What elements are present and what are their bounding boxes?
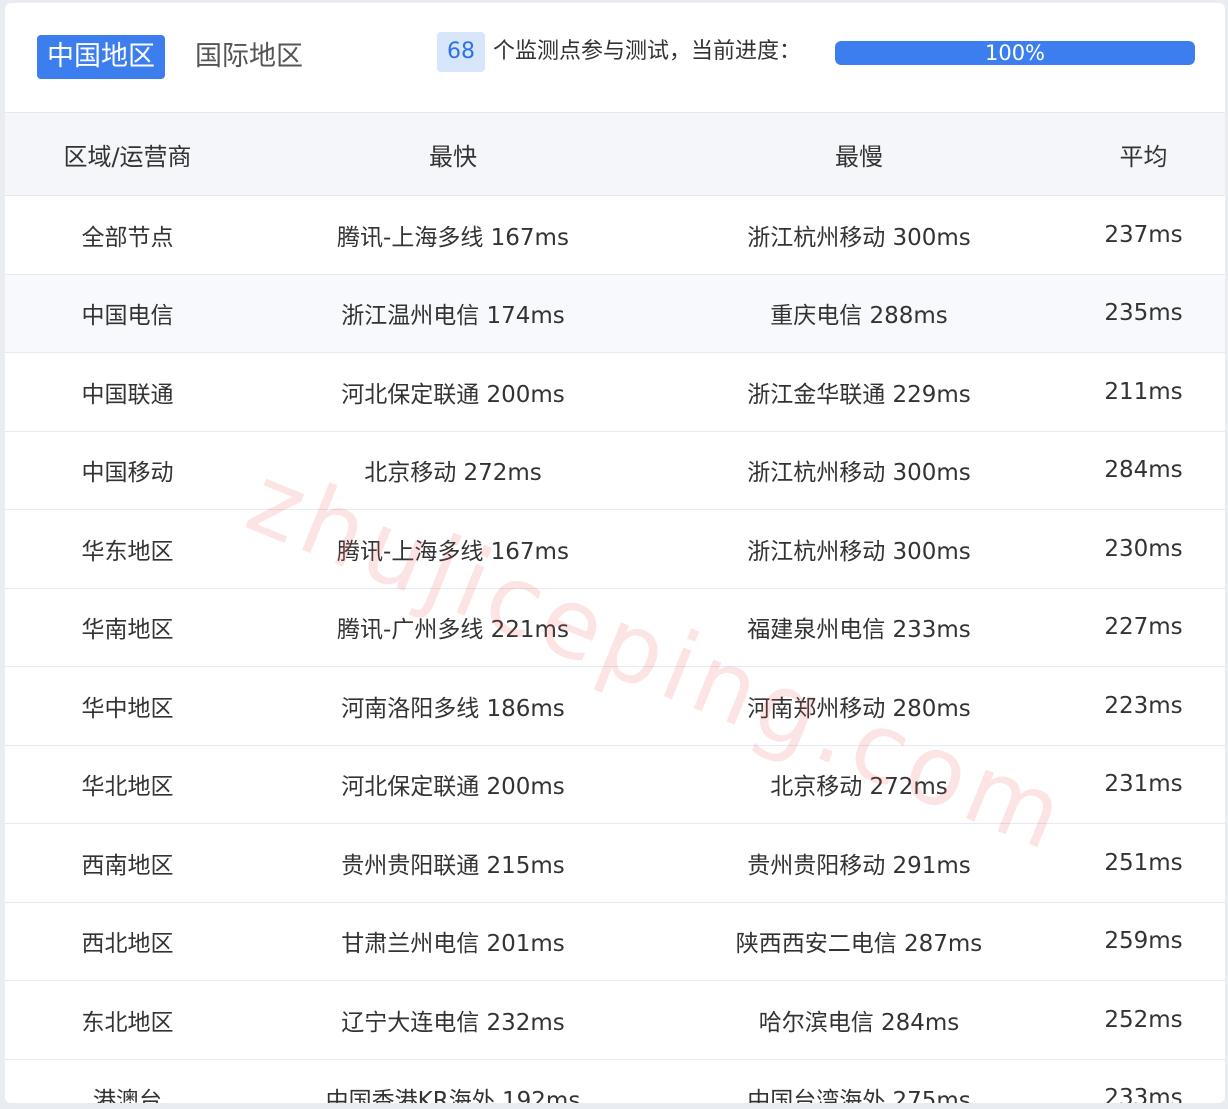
column-header-fastest: 最快 (250, 113, 656, 196)
cell-region: 全部节点 (5, 195, 250, 275)
table-header-row: 区域/运营商 最快 最慢 平均 (5, 113, 1225, 196)
cell-average: 211ms (1062, 352, 1225, 432)
cell-region: 东北地区 (5, 980, 250, 1060)
test-progress-label: 100% (984, 41, 1046, 65)
cell-region: 华东地区 (5, 509, 250, 589)
cell-slowest: 中国台湾海外 275ms (656, 1059, 1062, 1103)
cell-slowest: 贵州贵阳移动 291ms (656, 823, 1062, 903)
cell-average: 251ms (1062, 823, 1225, 903)
cell-average: 230ms (1062, 509, 1225, 589)
cell-region: 西南地区 (5, 823, 250, 903)
table-row: 港澳台 中国香港KR海外 192ms 中国台湾海外 275ms 233ms (5, 1059, 1225, 1103)
cell-fastest: 贵州贵阳联通 215ms (250, 823, 656, 903)
cell-slowest: 哈尔滨电信 284ms (656, 980, 1062, 1060)
cell-region: 华南地区 (5, 588, 250, 667)
column-header-region: 区域/运营商 (5, 113, 250, 196)
latency-table: 区域/运营商 最快 最慢 平均 全部节点 腾讯-上海多线 167ms 浙江杭州移… (5, 113, 1225, 1103)
cell-slowest: 浙江杭州移动 300ms (656, 509, 1062, 589)
cell-average: 252ms (1062, 980, 1225, 1060)
cell-slowest: 重庆电信 288ms (656, 274, 1062, 353)
table-row: 全部节点 腾讯-上海多线 167ms 浙江杭州移动 300ms 237ms (5, 195, 1225, 275)
cell-slowest: 浙江杭州移动 300ms (656, 431, 1062, 510)
table-row: 华中地区 河南洛阳多线 186ms 河南郑州移动 280ms 223ms (5, 666, 1225, 746)
cell-average: 235ms (1062, 274, 1225, 353)
cell-region: 中国电信 (5, 274, 250, 353)
cell-average: 259ms (1062, 902, 1225, 981)
cell-region: 港澳台 (5, 1059, 250, 1103)
cell-slowest: 福建泉州电信 233ms (656, 588, 1062, 667)
column-header-slowest: 最慢 (656, 113, 1062, 196)
cell-average: 231ms (1062, 745, 1225, 824)
cell-slowest: 陕西西安二电信 287ms (656, 902, 1062, 981)
tab-china-region[interactable]: 中国地区 (37, 35, 165, 79)
table-row: 中国电信 浙江温州电信 174ms 重庆电信 288ms 235ms (5, 274, 1225, 353)
cell-slowest: 浙江杭州移动 300ms (656, 195, 1062, 275)
cell-fastest: 腾讯-上海多线 167ms (250, 195, 656, 275)
cell-fastest: 河北保定联通 200ms (250, 745, 656, 824)
cell-average: 237ms (1062, 195, 1225, 275)
cell-slowest: 河南郑州移动 280ms (656, 666, 1062, 746)
table-row: 华北地区 河北保定联通 200ms 北京移动 272ms 231ms (5, 745, 1225, 824)
cell-slowest: 北京移动 272ms (656, 745, 1062, 824)
table-row: 中国联通 河北保定联通 200ms 浙江金华联通 229ms 211ms (5, 352, 1225, 432)
monitor-count-text: 个监测点参与测试，当前进度： (493, 39, 802, 64)
ping-results-card: 中国地区 国际地区 68 个监测点参与测试，当前进度： 100% 区域/运营商 … (5, 3, 1225, 1103)
table-row: 西北地区 甘肃兰州电信 201ms 陕西西安二电信 287ms 259ms (5, 902, 1225, 981)
cell-average: 227ms (1062, 588, 1225, 667)
cell-region: 中国移动 (5, 431, 250, 510)
cell-region: 华中地区 (5, 666, 250, 746)
column-header-average: 平均 (1062, 113, 1225, 196)
cell-region: 西北地区 (5, 902, 250, 981)
cell-slowest: 浙江金华联通 229ms (656, 352, 1062, 432)
cell-fastest: 腾讯-上海多线 167ms (250, 509, 656, 589)
cell-fastest: 辽宁大连电信 232ms (250, 980, 656, 1060)
cell-fastest: 腾讯-广州多线 221ms (250, 588, 656, 667)
cell-fastest: 甘肃兰州电信 201ms (250, 902, 656, 981)
cell-fastest: 中国香港KR海外 192ms (250, 1059, 656, 1103)
cell-average: 233ms (1062, 1059, 1225, 1103)
table-row: 东北地区 辽宁大连电信 232ms 哈尔滨电信 284ms 252ms (5, 980, 1225, 1060)
cell-average: 223ms (1062, 666, 1225, 746)
tab-international-region[interactable]: 国际地区 (185, 35, 313, 79)
cell-fastest: 河南洛阳多线 186ms (250, 666, 656, 746)
table-row: 华南地区 腾讯-广州多线 221ms 福建泉州电信 233ms 227ms (5, 588, 1225, 667)
cell-fastest: 浙江温州电信 174ms (250, 274, 656, 353)
table-row: 西南地区 贵州贵阳联通 215ms 贵州贵阳移动 291ms 251ms (5, 823, 1225, 903)
cell-average: 284ms (1062, 431, 1225, 510)
table-row: 华东地区 腾讯-上海多线 167ms 浙江杭州移动 300ms 230ms (5, 509, 1225, 589)
cell-fastest: 北京移动 272ms (250, 431, 656, 510)
cell-region: 华北地区 (5, 745, 250, 824)
test-progress-bar: 100% (835, 41, 1195, 65)
result-toolbar: 中国地区 国际地区 68 个监测点参与测试，当前进度： 100% (5, 3, 1225, 113)
monitor-count-badge: 68 (437, 32, 485, 72)
cell-fastest: 河北保定联通 200ms (250, 352, 656, 432)
table-row: 中国移动 北京移动 272ms 浙江杭州移动 300ms 284ms (5, 431, 1225, 510)
cell-region: 中国联通 (5, 352, 250, 432)
